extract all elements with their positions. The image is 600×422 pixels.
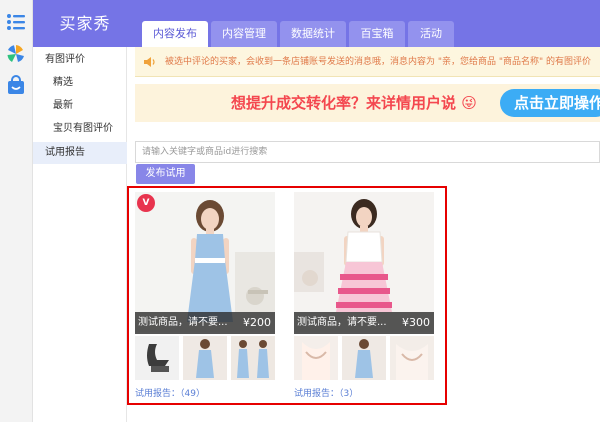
trial-report-count[interactable]: 试用报告：（49） xyxy=(135,386,205,399)
banner-message: 想提升成交转化率？来详情用户说 xyxy=(231,94,457,112)
tab-content-publish[interactable]: 内容发布 xyxy=(142,21,208,47)
thumbnail-dress-1[interactable] xyxy=(183,336,227,380)
tab-toolbox[interactable]: 百宝箱 xyxy=(349,21,405,47)
product-title: 测试商品，请不要... xyxy=(138,317,228,328)
price-bar: 测试商品，请不要... ¥300 xyxy=(294,312,434,334)
sidebar: 有图评价 精选 最新 宝贝有图评价 试用报告 xyxy=(33,47,127,422)
product-price: ¥300 xyxy=(402,316,430,329)
sidebar-item-product-photo-reviews[interactable]: 宝贝有图评价 xyxy=(53,118,113,140)
banner-action-button[interactable]: 点击立即操作 xyxy=(500,89,600,117)
speaker-icon xyxy=(144,57,155,67)
product-price: ¥200 xyxy=(243,316,271,329)
promo-banner[interactable]: 想提升成交转化率？来详情用户说 😜 点击立即操作 xyxy=(135,84,600,122)
product-photo[interactable]: V xyxy=(135,192,275,332)
brand-badge: V xyxy=(137,194,155,212)
product-image xyxy=(294,192,434,332)
thumbnail-dress-1[interactable] xyxy=(342,336,386,380)
brand-title: 买家秀 xyxy=(59,14,111,33)
product-image xyxy=(135,192,275,332)
tab-content-manage[interactable]: 内容管理 xyxy=(211,21,277,47)
notice-bar: 被选中评论的买家，会收到一条店铺账号发送的消息哦，消息内容为 "亲，您给商品 "… xyxy=(135,47,600,77)
pinwheel-icon[interactable] xyxy=(6,44,26,64)
sidebar-item-photo-reviews[interactable]: 有图评价 xyxy=(45,49,85,71)
trial-report-count[interactable]: 试用报告：（3） xyxy=(294,386,358,399)
thumbnail-top[interactable] xyxy=(294,336,338,380)
publish-trial-button[interactable]: 发布试用 xyxy=(136,164,195,184)
list-icon[interactable] xyxy=(6,12,26,32)
thumbnail-top-2[interactable] xyxy=(390,336,434,380)
banner-text: 想提升成交转化率？来详情用户说 😜 xyxy=(231,84,477,122)
icon-bar xyxy=(0,0,33,422)
thumbnail-strip xyxy=(135,336,275,380)
search-input[interactable] xyxy=(135,141,600,163)
product-photo[interactable] xyxy=(294,192,434,332)
price-bar: 测试商品，请不要... ¥200 xyxy=(135,312,275,334)
tab-data-stats[interactable]: 数据统计 xyxy=(280,21,346,47)
thumbnail-massage-chair[interactable] xyxy=(135,336,179,380)
shopping-bag-icon[interactable] xyxy=(6,75,26,95)
sidebar-item-featured[interactable]: 精选 xyxy=(53,72,73,94)
thumbnail-strip xyxy=(294,336,434,380)
sidebar-item-trial-report[interactable]: 试用报告 xyxy=(33,142,127,164)
sidebar-item-latest[interactable]: 最新 xyxy=(53,95,73,117)
notice-text: 被选中评论的买家，会收到一条店铺账号发送的消息哦，消息内容为 "亲，您给商品 "… xyxy=(165,57,592,67)
tab-activity[interactable]: 活动 xyxy=(408,21,454,47)
banner-emoji: 😜 xyxy=(461,94,477,112)
thumbnail-dress-2[interactable] xyxy=(231,336,275,380)
product-title: 测试商品，请不要... xyxy=(297,317,387,328)
